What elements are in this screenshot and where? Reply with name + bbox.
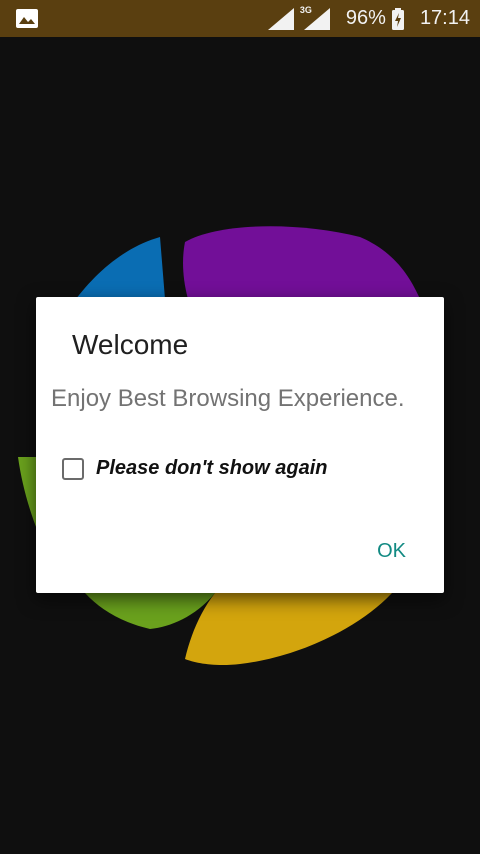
ok-button[interactable]: OK (377, 540, 406, 563)
battery-charging-icon (391, 7, 404, 30)
welcome-dialog: Welcome Enjoy Best Browsing Experience. … (36, 297, 444, 593)
logo-green-segment-bottom (85, 593, 215, 629)
battery-percent: 96% (345, 7, 386, 29)
status-bar: 3G 96% 17:14 (0, 0, 480, 37)
signal-icon (267, 7, 294, 30)
status-icons: 3G 96% 17:14 (267, 0, 470, 37)
dont-show-again-row[interactable]: Please don't show again (62, 457, 327, 480)
network-signal: 3G (300, 5, 330, 30)
dialog-title: Welcome (72, 329, 189, 360)
logo-purple-segment (183, 226, 420, 299)
dont-show-again-label[interactable]: Please don't show again (96, 457, 327, 480)
signal-3g-icon (303, 7, 330, 30)
logo-yellow-segment (185, 593, 392, 666)
dont-show-again-checkbox[interactable] (62, 457, 84, 480)
image-notification-icon (16, 9, 38, 28)
clock: 17:14 (419, 7, 470, 29)
dialog-message: Enjoy Best Browsing Experience. (51, 385, 405, 412)
